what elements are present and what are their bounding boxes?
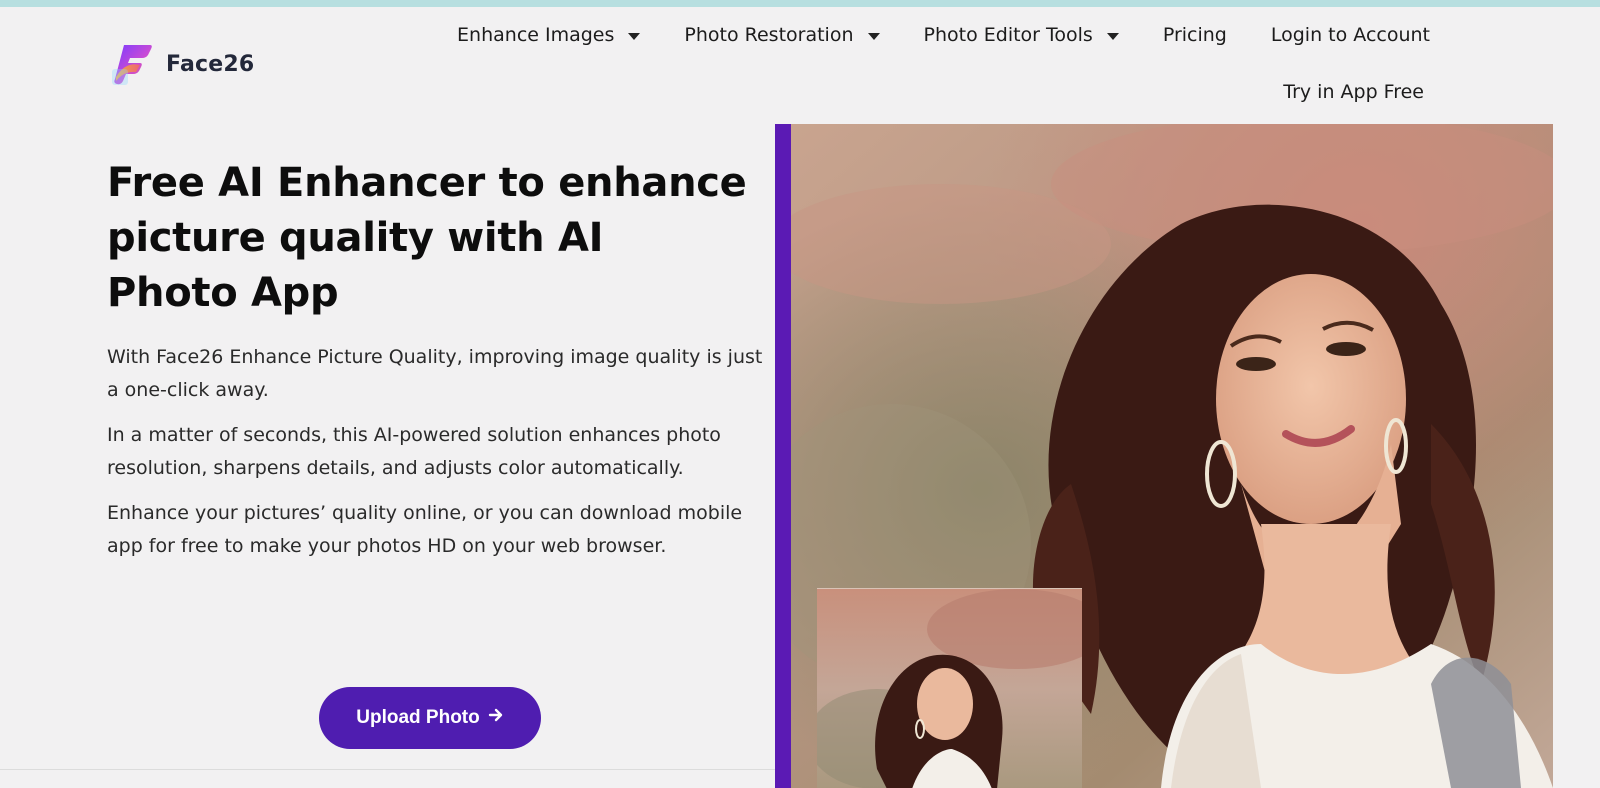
site-header: Face26 Enhance Images Photo Restoration … xyxy=(0,7,1600,124)
nav-label: Photo Editor Tools xyxy=(923,24,1093,46)
nav-photo-editor-tools[interactable]: Photo Editor Tools xyxy=(924,21,1119,49)
page-bottom-edge xyxy=(0,769,775,788)
upload-photo-button[interactable]: Upload Photo xyxy=(319,687,541,749)
nav-pricing[interactable]: Pricing xyxy=(1163,21,1227,49)
caret-down-icon xyxy=(628,32,641,40)
nav-enhance-images[interactable]: Enhance Images xyxy=(457,21,641,49)
caret-down-icon xyxy=(1106,32,1119,40)
nav-photo-restoration[interactable]: Photo Restoration xyxy=(684,21,880,49)
browser-top-strip xyxy=(0,0,1600,7)
hero-paragraph: Enhance your pictures’ quality online, o… xyxy=(107,502,743,557)
nav-label: Pricing xyxy=(1162,24,1227,46)
caret-down-icon xyxy=(867,32,880,40)
nav-label: Login to Account xyxy=(1270,24,1430,46)
main-nav: Enhance Images Photo Restoration Photo E… xyxy=(413,21,1430,49)
hero-paragraph: In a matter of seconds, this AI-powered … xyxy=(107,424,721,479)
before-thumbnail xyxy=(817,588,1082,788)
hero-paragraph: With Face26 Enhance Picture Quality, imp… xyxy=(107,346,763,401)
hero-content: Free AI Enhancer to enhance picture qual… xyxy=(107,156,767,563)
logo[interactable]: Face26 xyxy=(110,41,254,87)
face26-logo-icon xyxy=(110,41,156,87)
brand-name: Face26 xyxy=(166,51,255,77)
nav-label: Photo Restoration xyxy=(684,24,854,46)
nav-try-in-app[interactable]: Try in App Free xyxy=(1283,81,1424,103)
hero-title: Free AI Enhancer to enhance picture qual… xyxy=(107,160,747,316)
arrow-right-icon xyxy=(488,707,504,729)
nav-login[interactable]: Login to Account xyxy=(1271,21,1430,49)
nav-label: Enhance Images xyxy=(457,24,615,46)
upload-button-label: Upload Photo xyxy=(356,707,480,728)
